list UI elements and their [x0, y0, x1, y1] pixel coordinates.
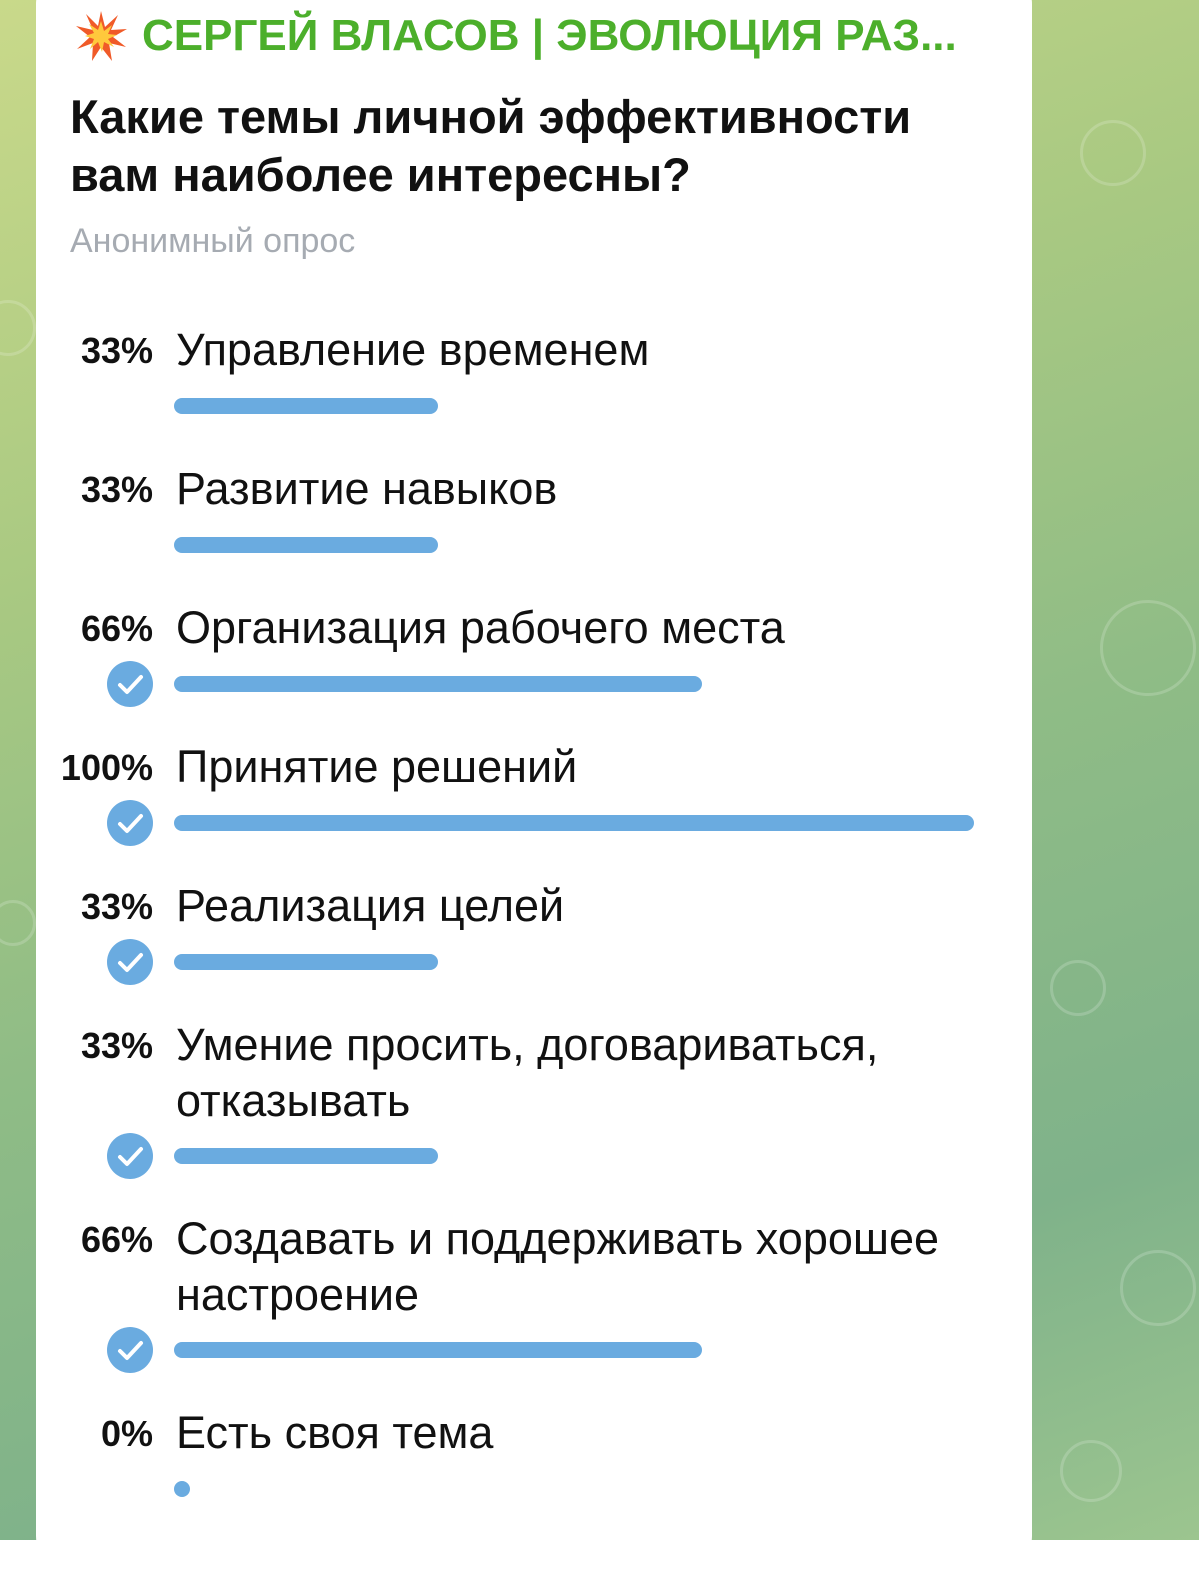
channel-header[interactable]: СЕРГЕЙ ВЛАСОВ | ЭВОЛЮЦИЯ РАЗ... [74, 8, 957, 64]
checkmark-icon [107, 1327, 153, 1373]
option-percent: 66% [80, 1219, 153, 1260]
option-text: Организация рабочего места [176, 602, 785, 653]
poll-question: Какие темы личной эффективности вам наиб… [70, 90, 912, 201]
checkmark-icon [107, 661, 153, 707]
option-text: Реализация целей [176, 880, 565, 931]
checkmark-icon [107, 939, 153, 985]
option-text: Умение просить, договариваться, отказыва… [176, 1019, 879, 1126]
option-result-bar [174, 815, 974, 831]
option-result-bar [174, 537, 438, 553]
wallpaper-doodle [1120, 1250, 1196, 1326]
option-result-bar [174, 1481, 190, 1497]
option-result-bar [174, 1148, 438, 1164]
option-text: Создавать и поддерживать хорошее настрое… [176, 1213, 940, 1320]
option-percent: 33% [80, 886, 153, 927]
option-percent: 33% [80, 330, 153, 371]
wallpaper-doodle [0, 300, 36, 356]
wallpaper-doodle [1060, 1440, 1122, 1502]
option-percent: 100% [60, 747, 153, 788]
checkmark-icon [107, 800, 153, 846]
wallpaper-doodle [1050, 960, 1106, 1016]
wallpaper-doodle [0, 900, 36, 946]
option-result-bar [174, 398, 438, 414]
option-text: Принятие решений [176, 741, 578, 792]
channel-title: СЕРГЕЙ ВЛАСОВ | ЭВОЛЮЦИЯ РАЗ... [142, 11, 957, 60]
checkmark-icon [107, 1133, 153, 1179]
option-result-bar [174, 1342, 702, 1358]
wallpaper-doodle [1080, 120, 1146, 186]
option-percent: 33% [80, 469, 153, 510]
poll-type-label: Анонимный опрос [70, 222, 356, 260]
option-result-bar [174, 954, 438, 970]
option-result-bar [174, 676, 702, 692]
option-percent: 33% [80, 1025, 153, 1066]
option-percent: 66% [80, 608, 153, 649]
option-text: Управление временем [176, 324, 650, 375]
option-percent: 0% [100, 1413, 153, 1454]
wallpaper-doodle [1100, 600, 1196, 696]
collision-icon [74, 9, 128, 63]
option-text: Есть своя тема [176, 1407, 494, 1458]
option-text: Развитие навыков [176, 463, 558, 514]
